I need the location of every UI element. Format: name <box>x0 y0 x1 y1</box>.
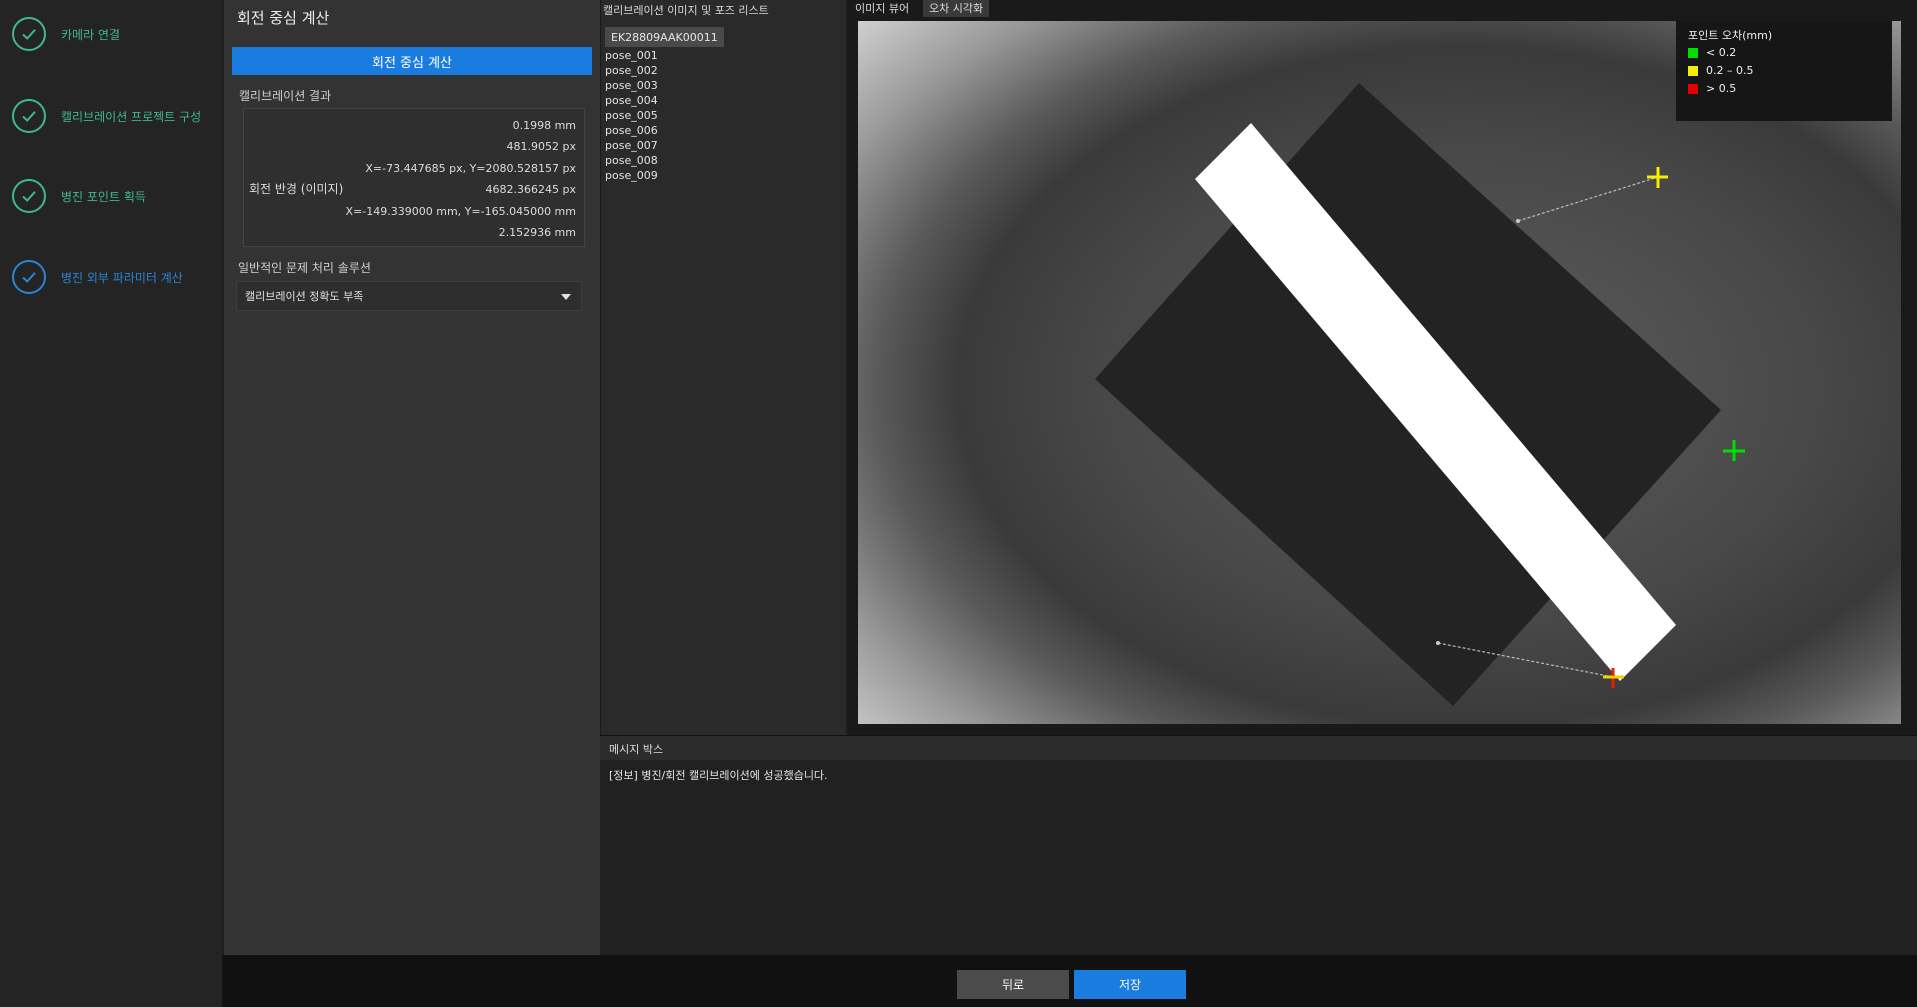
pose-item[interactable]: pose_007 <box>605 138 658 153</box>
message-box-header: 메시지 박스 <box>600 736 1917 760</box>
pose-item[interactable]: pose_002 <box>605 63 658 78</box>
message-box: 메시지 박스 [정보] 병진/회전 캘리브레이션에 성공했습니다. <box>600 735 1917 956</box>
pose-item[interactable]: pose_005 <box>605 108 658 123</box>
step-label: 병진 외부 파라미터 계산 <box>61 270 183 285</box>
result-box: 0.1998 mm 481.9052 px X=-73.447685 px, Y… <box>243 108 585 247</box>
pose-item[interactable]: pose_006 <box>605 123 658 138</box>
rotation-center-panel: 회전 중심 계산 회전 중심 계산 캘리브레이션 결과 0.1998 mm 48… <box>224 0 600 955</box>
chevron-down-icon <box>561 294 571 300</box>
legend-label: > 0.5 <box>1706 82 1737 95</box>
result-section-title: 캘리브레이션 결과 <box>239 89 332 103</box>
step-camera-connect[interactable]: 카메라 연결 <box>12 14 120 54</box>
image-viewer: 이미지 뷰어 오차 시각화 포인트 오차(mm) < 0.2 0.2 – 0.5… <box>847 0 1917 735</box>
troubleshoot-title: 일반적인 문제 처리 솔루션 <box>238 261 371 275</box>
check-circle-icon <box>12 99 46 133</box>
calculate-rotation-center-button[interactable]: 회전 중심 계산 <box>232 47 592 75</box>
red-swatch-icon <box>1688 83 1698 94</box>
legend-label: 0.2 – 0.5 <box>1706 64 1754 77</box>
pose-list-panel: 캘리브레이션 이미지 및 포즈 리스트 EK28809AAK00011 pose… <box>600 0 846 735</box>
pose-list: pose_001 pose_002 pose_003 pose_004 pose… <box>605 48 658 183</box>
step-translation-points[interactable]: 병진 포인트 획득 <box>12 176 146 216</box>
troubleshoot-selected: 캘리브레이션 정확도 부족 <box>245 290 364 303</box>
step-label: 병진 포인트 획득 <box>61 189 146 204</box>
error-legend: 포인트 오차(mm) < 0.2 0.2 – 0.5 > 0.5 <box>1676 21 1892 121</box>
green-swatch-icon <box>1688 47 1698 58</box>
point-marker <box>1516 219 1520 223</box>
camera-image[interactable] <box>858 21 1901 724</box>
legend-label: < 0.2 <box>1706 46 1737 59</box>
pose-item[interactable]: pose_008 <box>605 153 658 168</box>
message-box-title: 메시지 박스 <box>609 743 664 756</box>
step-label: 카메라 연결 <box>61 27 121 42</box>
result-value: 0.1998 mm <box>512 119 576 132</box>
troubleshoot-dropdown[interactable]: 캘리브레이션 정확도 부족 <box>236 281 582 311</box>
legend-title: 포인트 오차(mm) <box>1688 29 1773 42</box>
footer-bar: 뒤로 저장 <box>222 955 1917 1007</box>
pose-list-title: 캘리브레이션 이미지 및 포즈 리스트 <box>603 4 769 17</box>
legend-item: 0.2 – 0.5 <box>1688 64 1753 77</box>
point-marker <box>1436 641 1440 645</box>
step-sidebar: 카메라 연결 캘리브레이션 프로젝트 구성 병진 포인트 획득 병진 외부 파라… <box>0 0 222 1007</box>
result-value: X=-73.447685 px, Y=2080.528157 px <box>365 162 576 175</box>
pose-item[interactable]: pose_004 <box>605 93 658 108</box>
check-circle-icon <box>12 260 46 294</box>
step-label: 캘리브레이션 프로젝트 구성 <box>61 109 202 124</box>
tab-error-visualization[interactable]: 오차 시각화 <box>923 0 990 17</box>
device-item[interactable]: EK28809AAK00011 <box>605 27 724 47</box>
yellow-swatch-icon <box>1688 65 1698 76</box>
legend-item: > 0.5 <box>1688 82 1736 95</box>
message-text: [정보] 병진/회전 캘리브레이션에 성공했습니다. <box>609 769 828 782</box>
step-project-config[interactable]: 캘리브레이션 프로젝트 구성 <box>12 96 201 136</box>
rotation-radius-label: 회전 반경 (이미지) <box>249 182 344 196</box>
result-value: 4682.366245 px <box>485 183 576 196</box>
back-button[interactable]: 뒤로 <box>957 970 1069 999</box>
panel-title: 회전 중심 계산 <box>237 9 330 27</box>
tab-image-viewer[interactable]: 이미지 뷰어 <box>849 0 915 17</box>
pose-item[interactable]: pose_001 <box>605 48 658 63</box>
result-value: 2.152936 mm <box>498 226 576 239</box>
check-circle-icon <box>12 17 46 51</box>
step-translation-extrinsics[interactable]: 병진 외부 파라미터 계산 <box>12 257 183 297</box>
save-button[interactable]: 저장 <box>1074 970 1186 999</box>
pose-item[interactable]: pose_009 <box>605 168 658 183</box>
legend-item: < 0.2 <box>1688 46 1736 59</box>
result-value: X=-149.339000 mm, Y=-165.045000 mm <box>345 205 576 218</box>
check-circle-icon <box>12 179 46 213</box>
pose-item[interactable]: pose_003 <box>605 78 658 93</box>
result-value: 481.9052 px <box>506 140 576 153</box>
